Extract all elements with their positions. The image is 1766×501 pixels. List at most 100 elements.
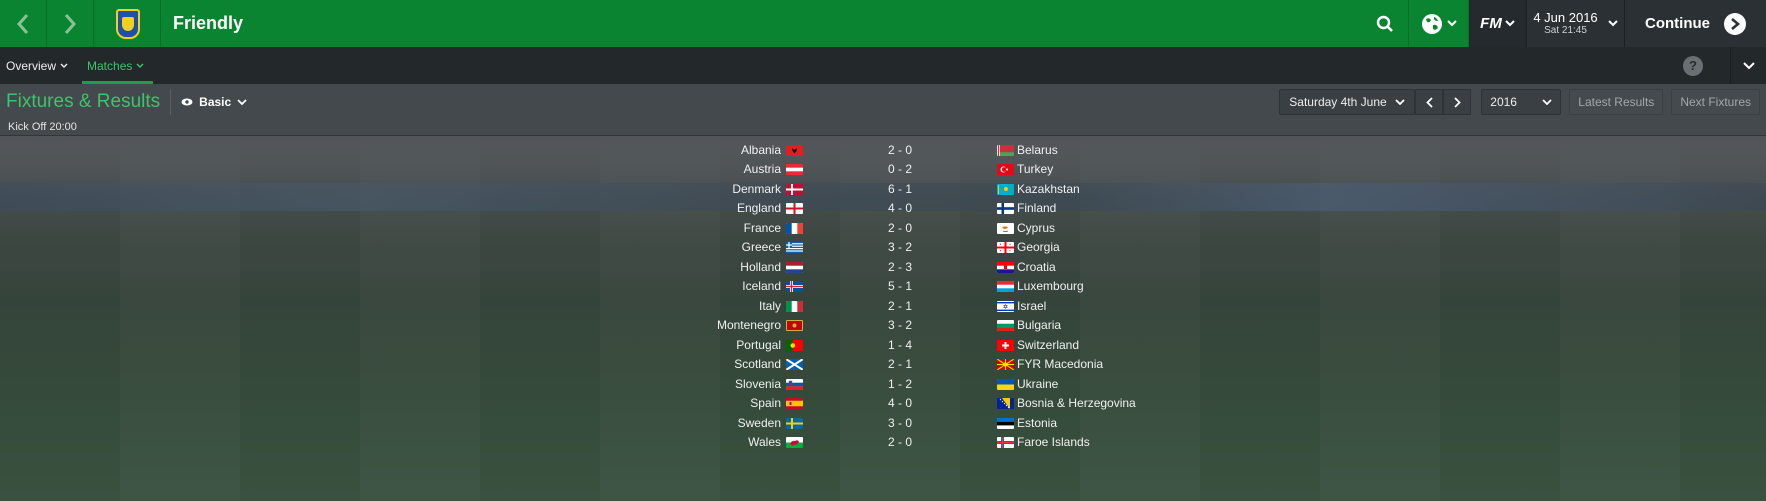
away-team-name[interactable]: Georgia: [1017, 240, 1060, 254]
forward-button[interactable]: [47, 0, 94, 47]
fm-menu-button[interactable]: FM: [1469, 0, 1526, 47]
current-day-time: Sat 21:45: [1544, 25, 1587, 36]
match-score[interactable]: 3 - 2: [860, 318, 940, 332]
match-score[interactable]: 2 - 0: [860, 435, 940, 449]
continue-label: Continue: [1645, 15, 1710, 32]
toolbar: Fixtures & Results Basic Saturday 4th Ju…: [0, 84, 1766, 120]
scotland-flag-icon: [786, 359, 803, 371]
calendar-date-button[interactable]: 4 Jun 2016 Sat 21:45: [1526, 0, 1624, 47]
chevron-down-icon: [1742, 61, 1755, 69]
away-team-name[interactable]: Kazakhstan: [1017, 182, 1080, 196]
match-score[interactable]: 2 - 1: [860, 299, 940, 313]
match-score[interactable]: 1 - 4: [860, 338, 940, 352]
top-bar: Friendly FM 4 Jun 2016 Sat 21:45 Continu…: [0, 0, 1766, 47]
away-team-name[interactable]: Turkey: [1017, 162, 1053, 176]
page-title: Friendly: [173, 13, 244, 33]
tab-matches[interactable]: Matches: [82, 47, 154, 84]
kickoff-label: Kick Off 20:00: [8, 121, 77, 133]
home-team-name[interactable]: Austria: [744, 162, 781, 176]
match-score[interactable]: 4 - 0: [860, 201, 940, 215]
home-team-name[interactable]: Albania: [741, 143, 781, 157]
chevron-down-icon: [60, 63, 68, 68]
tab-overview[interactable]: Overview: [0, 47, 74, 84]
home-team-name[interactable]: Slovenia: [735, 377, 781, 391]
away-team-name[interactable]: Bosnia & Herzegovina: [1017, 396, 1136, 410]
home-team-name[interactable]: Wales: [748, 435, 781, 449]
away-team-name[interactable]: Cyprus: [1017, 221, 1055, 235]
chevron-down-icon: [1395, 99, 1405, 105]
italy-flag-icon: [786, 300, 803, 312]
year-select-value: 2016: [1490, 95, 1517, 109]
next-day-button[interactable]: [1443, 89, 1472, 115]
away-team-name[interactable]: Luxembourg: [1017, 279, 1084, 293]
day-select[interactable]: Saturday 4th June: [1279, 89, 1416, 115]
away-team-name[interactable]: Switzerland: [1017, 338, 1079, 352]
home-team-name[interactable]: Sweden: [738, 416, 781, 430]
home-team-name[interactable]: Scotland: [734, 357, 781, 371]
fm-logo: FM: [1480, 15, 1502, 32]
away-team-name[interactable]: Ukraine: [1017, 377, 1058, 391]
match-score[interactable]: 2 - 3: [860, 260, 940, 274]
cyprus-flag-icon: [997, 222, 1014, 234]
away-team-name[interactable]: Bulgaria: [1017, 318, 1061, 332]
match-score[interactable]: 2 - 1: [860, 357, 940, 371]
home-team-name[interactable]: Italy: [759, 299, 781, 313]
match-score[interactable]: 0 - 2: [860, 162, 940, 176]
match-score[interactable]: 2 - 0: [860, 143, 940, 157]
portugal-flag-icon: [786, 339, 803, 351]
away-team-name[interactable]: FYR Macedonia: [1017, 357, 1103, 371]
wales-flag-icon: [786, 437, 803, 449]
continue-button[interactable]: Continue: [1624, 0, 1766, 47]
kazakhstan-flag-icon: [997, 183, 1014, 195]
home-team-name[interactable]: England: [737, 201, 781, 215]
search-button[interactable]: [1362, 0, 1409, 47]
previous-day-button[interactable]: [1415, 89, 1444, 115]
finland-flag-icon: [997, 203, 1014, 215]
montenegro-flag-icon: [786, 320, 803, 332]
match-score[interactable]: 5 - 1: [860, 279, 940, 293]
match-score[interactable]: 3 - 2: [860, 240, 940, 254]
away-team-name[interactable]: Faroe Islands: [1017, 435, 1090, 449]
collapse-menu-button[interactable]: [1730, 47, 1766, 84]
match-score[interactable]: 3 - 0: [860, 416, 940, 430]
away-team-name[interactable]: Finland: [1017, 201, 1056, 215]
match-score[interactable]: 4 - 0: [860, 396, 940, 410]
latest-results-button[interactable]: Latest Results: [1569, 89, 1664, 115]
iceland-flag-icon: [786, 281, 803, 293]
away-team-name[interactable]: Belarus: [1017, 143, 1058, 157]
away-team-name[interactable]: Israel: [1017, 299, 1046, 313]
turkey-flag-icon: [997, 164, 1014, 176]
sub-navigation: Overview Matches ?: [0, 47, 1766, 84]
back-button[interactable]: [0, 0, 47, 47]
chevron-right-icon: [64, 13, 77, 34]
view-selector-label: Basic: [199, 95, 232, 109]
chevron-down-icon: [1542, 99, 1552, 105]
chevron-down-icon: [1505, 20, 1515, 27]
day-select-value: Saturday 4th June: [1289, 95, 1387, 109]
world-menu-button[interactable]: [1409, 0, 1469, 47]
home-team-name[interactable]: Portugal: [736, 338, 781, 352]
home-team-name[interactable]: Iceland: [742, 279, 781, 293]
denmark-flag-icon: [786, 183, 803, 195]
away-team-name[interactable]: Estonia: [1017, 416, 1057, 430]
home-team-name[interactable]: Spain: [750, 396, 781, 410]
match-score[interactable]: 2 - 0: [860, 221, 940, 235]
match-score[interactable]: 1 - 2: [860, 377, 940, 391]
away-team-name[interactable]: Croatia: [1017, 260, 1056, 274]
fixture-row[interactable]: Wales 2 - 0 Faroe Islands: [0, 431, 1766, 453]
club-badge-button[interactable]: [94, 0, 161, 47]
next-fixtures-button[interactable]: Next Fixtures: [1671, 89, 1760, 115]
year-select[interactable]: 2016: [1481, 89, 1562, 115]
home-team-name[interactable]: Holland: [740, 260, 781, 274]
match-score[interactable]: 6 - 1: [860, 182, 940, 196]
home-team-name[interactable]: Montenegro: [717, 318, 781, 332]
albania-flag-icon: [786, 145, 803, 156]
chevron-left-icon: [1425, 96, 1433, 108]
help-button[interactable]: ?: [1683, 55, 1703, 76]
home-team-name[interactable]: Denmark: [732, 182, 781, 196]
eye-icon: [181, 98, 193, 106]
georgia-flag-icon: [997, 242, 1014, 254]
home-team-name[interactable]: France: [744, 221, 781, 235]
home-team-name[interactable]: Greece: [742, 240, 781, 254]
view-selector[interactable]: Basic: [170, 89, 257, 115]
